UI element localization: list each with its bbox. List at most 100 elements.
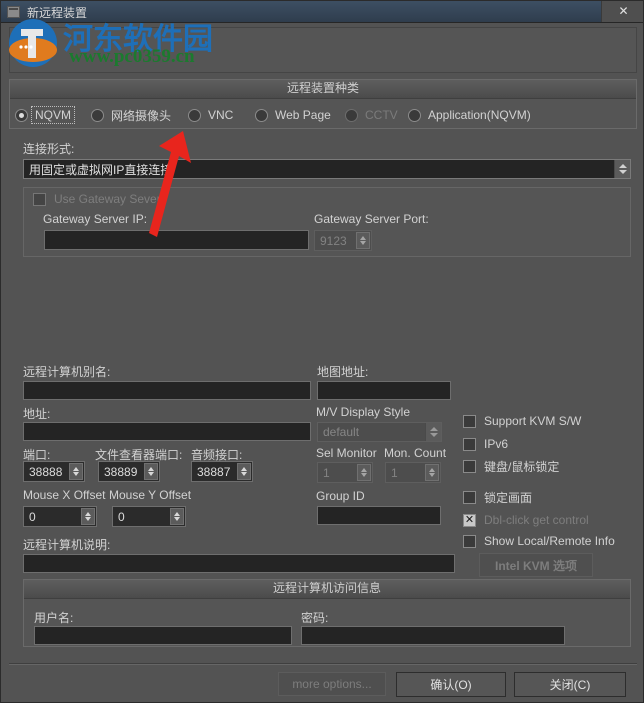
remote-port-stepper[interactable]: 38888 <box>23 461 85 482</box>
checkbox-box-icon <box>33 192 46 206</box>
checkbox-box-icon <box>463 512 476 528</box>
checkbox-label: 键盘/鼠标锁定 <box>484 459 560 474</box>
support-kvm-sw-checkbox[interactable]: Support KVM S/W <box>463 413 581 429</box>
group-id-label: Group ID <box>316 489 365 503</box>
checkbox-box-icon <box>463 437 476 451</box>
checkbox-label: Show Local/Remote Info <box>484 534 615 548</box>
lock-screen-checkbox[interactable]: 锁定画面 <box>463 489 532 505</box>
stepper-arrows-icon[interactable] <box>144 463 158 480</box>
connection-type-label: 连接形式: <box>23 142 75 156</box>
access-info-group-header: 远程计算机访问信息 <box>24 580 630 599</box>
checkbox-box-icon <box>463 534 476 548</box>
remote-description-input[interactable] <box>23 554 455 573</box>
chevron-updown-icon[interactable] <box>614 160 630 178</box>
radio-dot-icon <box>91 108 104 122</box>
stepper-arrows-icon[interactable] <box>237 463 251 480</box>
remote-alias-label: 远程计算机别名: <box>23 365 111 379</box>
radio-dot-icon <box>255 108 268 122</box>
gateway-server-ip-input[interactable] <box>44 230 309 250</box>
mv-display-style-value: default <box>323 425 360 439</box>
device-type-group-header: 远程装置种类 <box>10 80 636 99</box>
stepper-arrows-icon[interactable] <box>81 508 95 525</box>
mouse-x-offset-stepper[interactable]: 0 <box>23 506 97 527</box>
device-type-radio-group: NQVM 网络摄像头 VNC Web Page CCTV Application… <box>10 101 636 129</box>
checkbox-box-icon <box>463 414 476 428</box>
stepper-arrows-icon <box>356 232 370 249</box>
more-options-button: more options... <box>278 672 386 696</box>
checkbox-box-icon <box>463 459 476 473</box>
stepper-arrows-icon <box>425 464 439 481</box>
remote-address-label: 地址: <box>23 407 51 421</box>
radio-web-page[interactable]: Web Page <box>255 106 331 124</box>
connection-type-select[interactable]: 用固定或虚拟网IP直接连接 <box>23 159 631 179</box>
close-icon[interactable]: ✕ <box>601 1 643 22</box>
ipv6-checkbox[interactable]: IPv6 <box>463 436 508 452</box>
radio-nqvm[interactable]: NQVM <box>15 106 75 124</box>
map-address-input[interactable] <box>317 381 451 400</box>
mon-count-stepper: 1 <box>385 462 441 483</box>
stepper-value: 1 <box>323 465 330 480</box>
new-remote-device-dialog: 新远程装置 ✕ 河东软件园 www.pc0359.cn 远程装置种类 NQVM … <box>0 0 644 703</box>
gateway-server-ip-label: Gateway Server IP: <box>43 212 148 226</box>
mv-display-style-label: M/V Display Style <box>316 405 411 419</box>
stepper-value: 0 <box>118 509 125 524</box>
stepper-arrows-icon[interactable] <box>69 463 83 480</box>
checkbox-box-icon <box>463 490 476 504</box>
mouse-x-offset-label: Mouse X Offset <box>23 488 106 502</box>
password-input[interactable] <box>301 626 565 645</box>
mon-count-label: Mon. Count <box>384 446 447 460</box>
radio-cctv: CCTV <box>345 106 398 124</box>
audio-port-stepper[interactable]: 38887 <box>191 461 253 482</box>
remote-alias-input[interactable] <box>23 381 311 400</box>
radio-label: Web Page <box>275 108 331 122</box>
top-blank-panel <box>9 27 637 73</box>
radio-label: 网络摄像头 <box>111 108 172 123</box>
sel-monitor-stepper: 1 <box>317 462 373 483</box>
username-label: 用户名: <box>34 611 74 625</box>
gateway-server-port-stepper: 9123 <box>314 230 372 251</box>
radio-vnc[interactable]: VNC <box>188 106 233 124</box>
ok-button[interactable]: 确认(O) <box>396 672 506 697</box>
title-bar: 新远程装置 ✕ <box>1 1 643 23</box>
window-icon <box>7 6 20 18</box>
group-id-input[interactable] <box>317 506 441 525</box>
radio-label: CCTV <box>365 108 398 122</box>
stepper-value: 38888 <box>29 464 63 479</box>
checkbox-label: IPv6 <box>484 437 509 451</box>
remote-description-label: 远程计算机说明: <box>23 538 111 552</box>
stepper-arrows-icon[interactable] <box>170 508 184 525</box>
stepper-value: 1 <box>391 465 398 480</box>
radio-dot-icon <box>188 108 201 122</box>
username-input[interactable] <box>34 626 292 645</box>
remote-address-input[interactable] <box>23 422 311 441</box>
radio-webcam[interactable]: 网络摄像头 <box>91 106 171 124</box>
sel-monitor-label: Sel Monitor <box>316 446 377 460</box>
stepper-value: 38887 <box>197 464 231 479</box>
connection-type-value: 用固定或虚拟网IP直接连接 <box>29 162 173 177</box>
checkbox-label: Dbl-click get control <box>484 513 589 527</box>
window-title: 新远程装置 <box>27 6 88 20</box>
stepper-value: 0 <box>29 509 36 524</box>
radio-label: NQVM <box>31 106 75 124</box>
use-gateway-server-checkbox: Use Gateway Sever <box>33 191 161 207</box>
radio-dot-icon <box>345 108 358 122</box>
intel-kvm-options-button: Intel KVM 选项 <box>479 553 593 577</box>
dbl-click-get-control-checkbox: Dbl-click get control <box>463 512 589 528</box>
radio-label: VNC <box>208 108 234 122</box>
checkbox-label: 锁定画面 <box>484 490 533 505</box>
keyboard-mouse-lock-checkbox[interactable]: 键盘/鼠标锁定 <box>463 458 559 474</box>
radio-label: Application(NQVM) <box>428 108 531 122</box>
close-button[interactable]: 关闭(C) <box>514 672 626 697</box>
show-local-remote-info-checkbox[interactable]: Show Local/Remote Info <box>463 533 615 549</box>
mouse-y-offset-label: Mouse Y Offset <box>109 488 192 502</box>
file-viewer-port-stepper[interactable]: 38889 <box>98 461 160 482</box>
radio-application-nqvm[interactable]: Application(NQVM) <box>408 106 531 124</box>
stepper-arrows-icon <box>357 464 371 481</box>
map-address-label: 地图地址: <box>317 365 369 379</box>
password-label: 密码: <box>301 611 329 625</box>
radio-dot-icon <box>15 108 28 122</box>
stepper-value: 38889 <box>104 464 138 479</box>
mouse-y-offset-stepper[interactable]: 0 <box>112 506 186 527</box>
checkbox-label: Use Gateway Sever <box>54 192 161 206</box>
chevron-updown-icon <box>425 423 441 441</box>
